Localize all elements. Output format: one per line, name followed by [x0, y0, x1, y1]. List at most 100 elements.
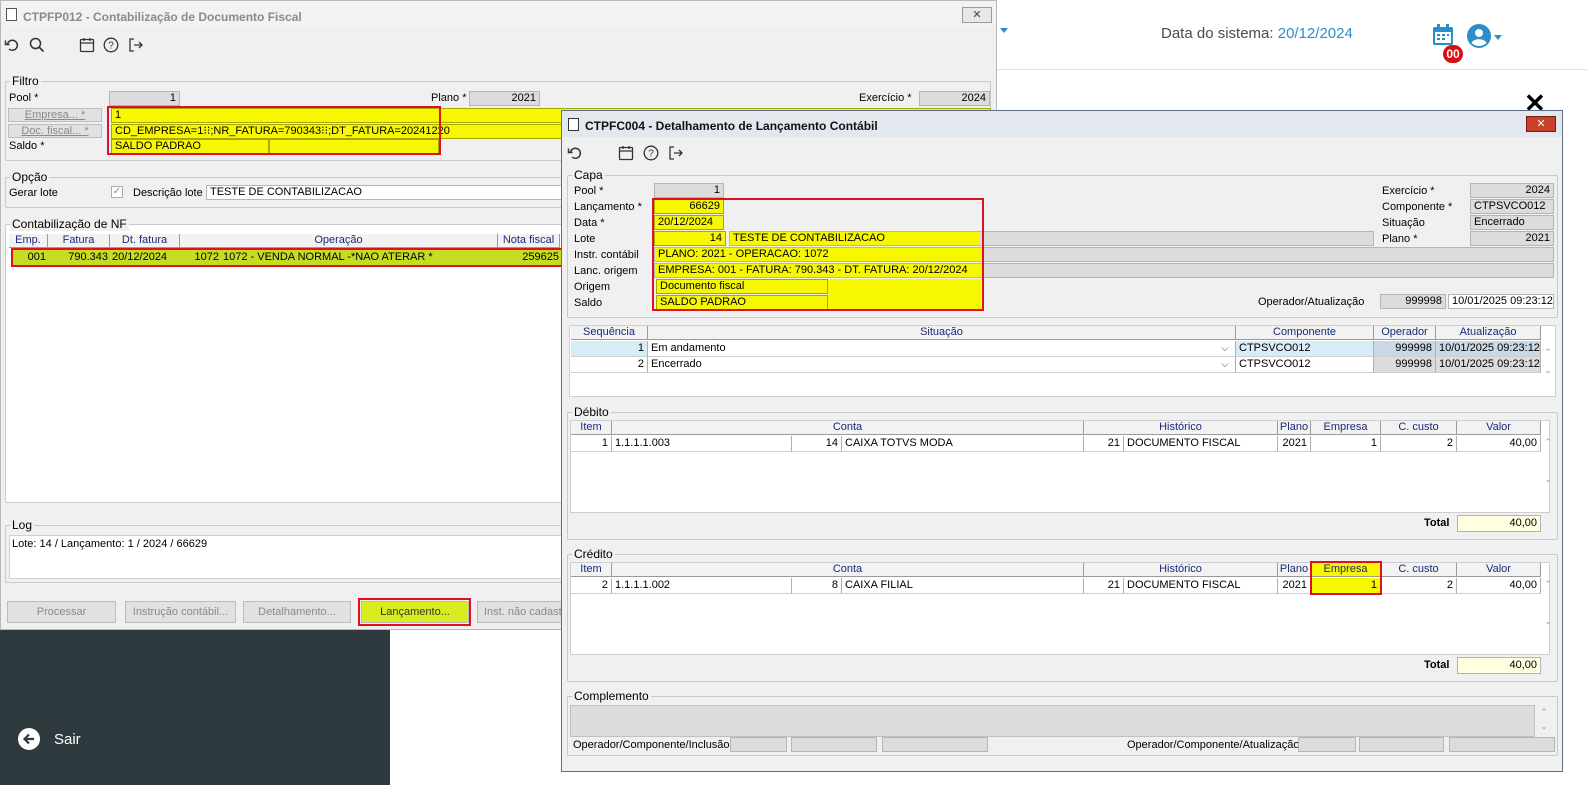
credito-header-conta[interactable]: Conta	[612, 563, 1084, 577]
credito-title: Crédito	[572, 547, 615, 561]
svg-text:?: ?	[648, 149, 654, 160]
credito-header-item[interactable]: Item	[571, 563, 612, 577]
help-icon[interactable]: ?	[642, 144, 660, 162]
doc-fiscal-button[interactable]: Doc. fiscal... *	[8, 124, 102, 138]
debito-header-valor[interactable]: Valor	[1457, 421, 1541, 435]
complemento-scrollbar[interactable]: ⌃ ⌄	[1537, 705, 1551, 737]
credito-header-historico[interactable]: Histórico	[1084, 563, 1278, 577]
table-row[interactable]: 2 1.1.1.1.002 8 CAIXA FILIAL 21 DOCUMENT…	[571, 578, 1541, 594]
capa-origem-label: Origem	[574, 281, 611, 293]
credito-plano: 2021	[1278, 578, 1311, 594]
sidebar	[0, 630, 390, 785]
seq-row-componente: CTPSVCO012	[1236, 357, 1374, 373]
user-icon[interactable]	[1467, 24, 1491, 48]
saldo-label: Saldo *	[9, 140, 45, 152]
seq-header-operador[interactable]: Operador	[1374, 326, 1436, 340]
exit-icon[interactable]	[127, 36, 145, 54]
exercicio-field[interactable]: 2024	[919, 91, 990, 106]
credito-header-valor[interactable]: Valor	[1457, 563, 1541, 577]
gerar-lote-label: Gerar lote	[9, 187, 58, 199]
capa-saldo-label: Saldo	[574, 297, 603, 309]
nf-header-fatura[interactable]: Fatura	[48, 234, 110, 248]
complemento-textarea[interactable]	[570, 705, 1535, 737]
capa-componente-field[interactable]: CTPSVCO012	[1470, 199, 1554, 214]
table-row[interactable]: 1 1.1.1.1.003 14 CAIXA TOTVS MODA 21 DOC…	[571, 436, 1541, 452]
inclusao-label: Operador/Componente/Inclusão	[573, 739, 730, 751]
credito-scrollbar[interactable]: ⌃ ⌄	[1542, 579, 1554, 639]
system-date-label: Data do sistema:	[1161, 25, 1274, 42]
w2-title: CTPFC004 - Detalhamento de Lançamento Co…	[585, 119, 878, 133]
instrucao-contabil-button[interactable]: Instrução contábil...	[125, 601, 236, 623]
capa-exercicio-label: Exercício *	[1382, 185, 1435, 197]
debito-scrollbar[interactable]: ⌃ ⌄	[1542, 437, 1554, 497]
w2-close-button[interactable]: ✕	[1526, 116, 1556, 132]
seq-row-atualizacao: 10/01/2025 09:23:12	[1436, 357, 1541, 373]
dropdown-caret-icon[interactable]	[1000, 28, 1008, 33]
undo-icon[interactable]	[566, 144, 584, 162]
undo-icon[interactable]	[3, 36, 21, 54]
debito-header-empresa[interactable]: Empresa	[1311, 421, 1381, 435]
calendar-small-icon[interactable]	[617, 144, 635, 162]
seq-header-atualizacao[interactable]: Atualização	[1436, 326, 1541, 340]
gerar-lote-checkbox[interactable]: ✓	[111, 186, 123, 198]
capa-lancamento-label: Lançamento *	[574, 201, 642, 213]
chevron-down-icon[interactable]: ⌵	[1221, 359, 1229, 370]
credito-conta-desc: CAIXA FILIAL	[842, 578, 1084, 594]
seq-row-situacao[interactable]: Em andamento	[648, 341, 1236, 357]
window-ctpfc004: CTPFC004 - Detalhamento de Lançamento Co…	[561, 110, 1563, 772]
debito-conta: 1.1.1.1.003	[612, 436, 792, 452]
capa-exercicio-field[interactable]: 2024	[1470, 183, 1554, 198]
calendar-icon[interactable]	[1432, 24, 1454, 46]
pool-field[interactable]: 1	[109, 91, 180, 106]
nf-header-dt-fatura[interactable]: Dt. fatura	[110, 234, 180, 248]
credito-item: 2	[571, 578, 612, 594]
w2-title-bar[interactable]: CTPFC004 - Detalhamento de Lançamento Co…	[562, 111, 1562, 137]
nf-header-nota-fiscal[interactable]: Nota fiscal	[498, 234, 560, 248]
seq-header-situacao[interactable]: Situação	[648, 326, 1236, 340]
capa-plano-field[interactable]: 2021	[1470, 231, 1554, 246]
debito-valor: 40,00	[1457, 436, 1541, 452]
credito-header-c-custo[interactable]: C. custo	[1381, 563, 1457, 577]
debito-header-c-custo[interactable]: C. custo	[1381, 421, 1457, 435]
credito-conta: 1.1.1.1.002	[612, 578, 792, 594]
detalhamento-button[interactable]: Detalhamento...	[243, 601, 351, 623]
nf-header-emp[interactable]: Emp.	[9, 234, 48, 248]
exit-icon[interactable]	[667, 144, 685, 162]
debito-header-historico[interactable]: Histórico	[1084, 421, 1278, 435]
debito-c-custo: 2	[1381, 436, 1457, 452]
search-icon[interactable]	[28, 36, 46, 54]
nf-header-operacao[interactable]: Operação	[180, 234, 498, 248]
w1-close-button[interactable]: ✕	[962, 7, 992, 23]
capa-atualizacao-field[interactable]: 10/01/2025 09:23:12	[1448, 294, 1554, 309]
seq-row-sequencia: 1	[571, 341, 648, 357]
table-row[interactable]: 2 Encerrado ⌵ CTPSVCO012 999998 10/01/20…	[571, 357, 1541, 373]
capa-situacao-field[interactable]: Encerrado	[1470, 215, 1554, 230]
seq-row-situacao[interactable]: Encerrado	[648, 357, 1236, 373]
capa-operador-field[interactable]: 999998	[1380, 294, 1446, 309]
chevron-down-icon[interactable]	[1494, 35, 1502, 40]
plano-field[interactable]: 2021	[469, 91, 540, 106]
back-arrow-icon	[18, 728, 40, 750]
table-row[interactable]: 1 Em andamento ⌵ CTPSVCO012 999998 10/01…	[571, 341, 1541, 357]
help-icon[interactable]: ?	[102, 36, 120, 54]
debito-conta-desc: CAIXA TOTVS MODA	[842, 436, 1084, 452]
debito-conta-num: 14	[792, 436, 842, 452]
calendar-small-icon[interactable]	[78, 36, 96, 54]
seq-header-componente[interactable]: Componente	[1236, 326, 1374, 340]
debito-header-item[interactable]: Item	[571, 421, 612, 435]
capa-pool-field[interactable]: 1	[654, 183, 724, 198]
seq-scrollbar[interactable]: ⌃ ⌄	[1542, 343, 1554, 383]
capa-data-label: Data *	[574, 217, 605, 229]
w1-title-bar[interactable]: CTPFP012 - Contabilização de Documento F…	[1, 1, 996, 27]
filtro-highlight	[107, 106, 441, 155]
empresa-button[interactable]: Empresa... *	[8, 108, 102, 122]
chevron-down-icon[interactable]: ⌵	[1221, 343, 1229, 354]
debito-header-plano[interactable]: Plano	[1278, 421, 1311, 435]
processar-button[interactable]: Processar	[7, 601, 116, 623]
exercicio-label: Exercício *	[859, 92, 912, 104]
sair-button[interactable]: Sair	[18, 728, 81, 750]
credito-header-plano[interactable]: Plano	[1278, 563, 1311, 577]
seq-header-sequencia[interactable]: Sequência	[571, 326, 648, 340]
svg-text:?: ?	[108, 41, 114, 52]
debito-header-conta[interactable]: Conta	[612, 421, 1084, 435]
